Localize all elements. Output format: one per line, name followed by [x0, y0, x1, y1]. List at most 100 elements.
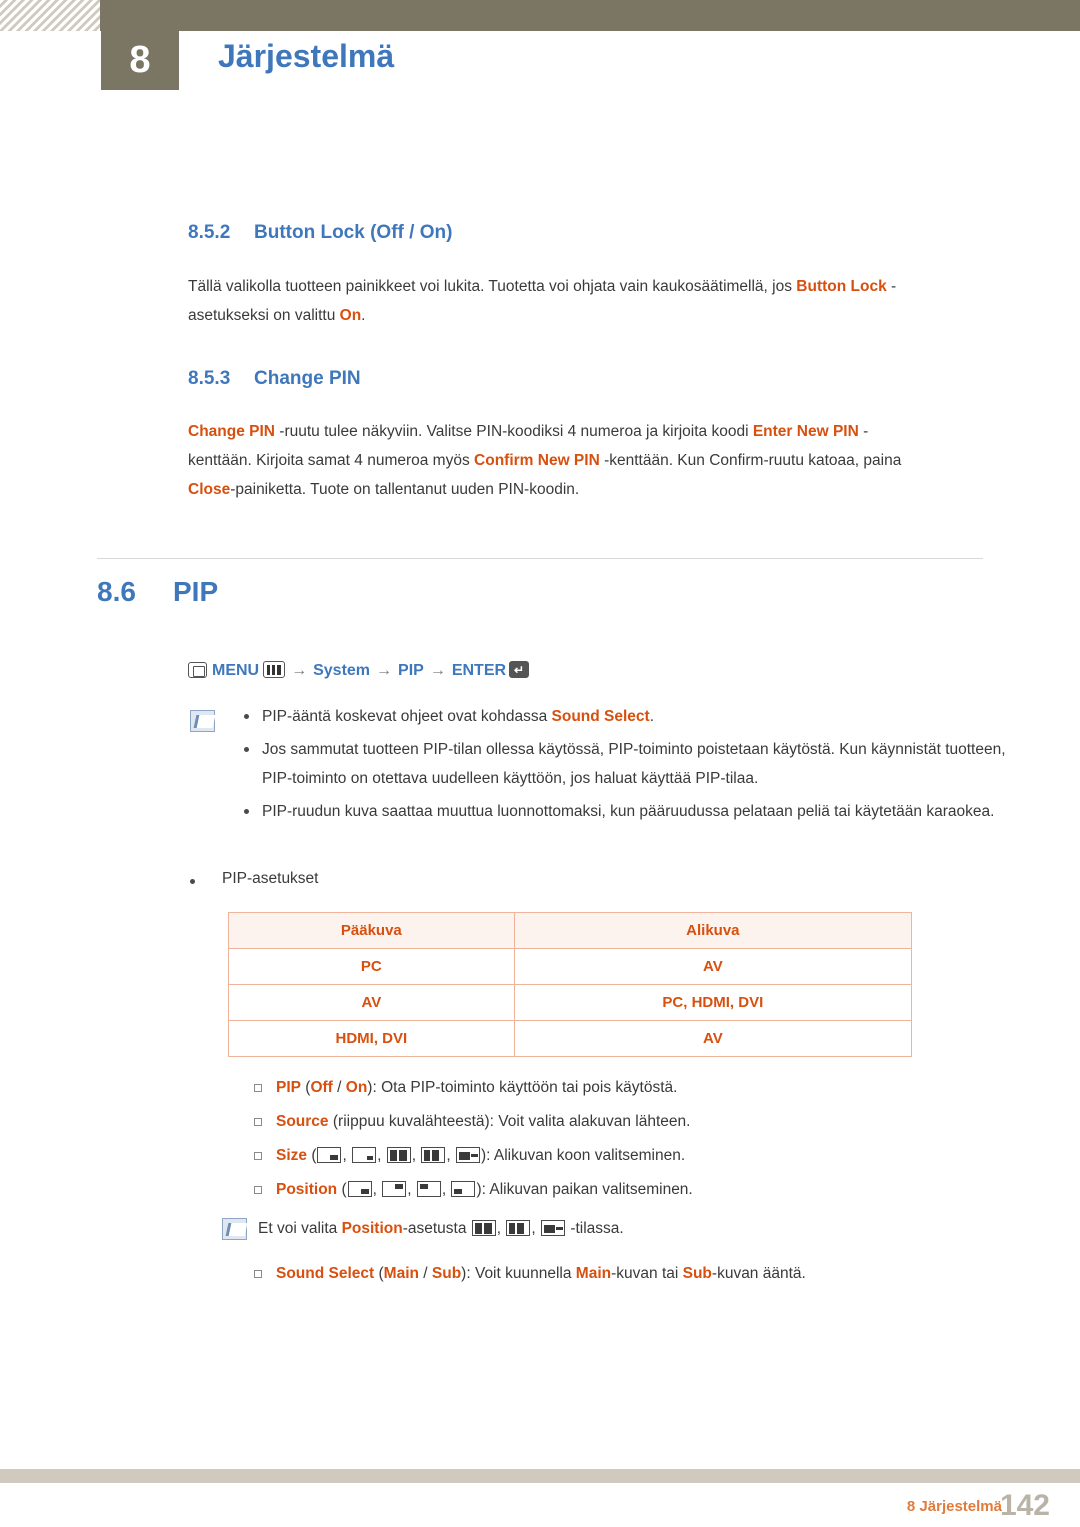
menu-path-arrow-1: →: [291, 662, 308, 679]
list-item-sound-select: Sound Select (Main / Sub): Voit kuunnell…: [248, 1258, 1048, 1290]
pip-sound-select-wrap: Sound Select (Main / Sub): Voit kuunnell…: [248, 1258, 1048, 1292]
pip-options-list: PIP (Off / On): Ota PIP-toiminto käyttöö…: [248, 1072, 1048, 1208]
section-rule: [97, 558, 983, 559]
pip-size-icon-5: [455, 1146, 480, 1163]
pip-size-icon-3: [386, 1146, 411, 1163]
menu-path-arrow-2: →: [376, 662, 393, 679]
def-pip-option-off: Off: [310, 1079, 333, 1096]
def-pip-option-on: On: [345, 1079, 368, 1096]
heading-8-5-3: 8.5.3 Change PIN: [188, 368, 361, 390]
def-position-keyword: Position: [276, 1181, 338, 1198]
pip-combination-table: Pääkuva Alikuva PC AV AV PC, HDMI, DVI H…: [228, 912, 913, 1057]
heading-8-5-3-number: 8.5.3: [188, 368, 231, 389]
menu-path-arrow-3: →: [429, 662, 446, 679]
table-cell: AV: [513, 948, 913, 985]
def-sound-option-main: Main: [383, 1265, 419, 1282]
def-sound-keyword-sub: Sub: [682, 1265, 712, 1282]
page-header: 8 Järjestelmä: [0, 0, 1080, 110]
def-size-keyword: Size: [276, 1147, 308, 1164]
list-item-position: Position (, , , ): Alikuvan paikan valit…: [248, 1174, 1048, 1206]
pip-bars-icon: [263, 661, 286, 679]
pip-position-icon-3: [416, 1180, 441, 1197]
pip-settings-bullet: PIP-asetukset: [190, 870, 319, 888]
heading-8-5-2-number: 8.5.2: [188, 222, 231, 243]
table-cell: AV: [513, 1020, 913, 1057]
footer-label: 8 Järjestelmä: [906, 1498, 1002, 1515]
inline-note-keyword-position: Position: [341, 1220, 403, 1237]
p853-text-5: -painiketta. Tuote on tallentanut uuden …: [230, 481, 580, 498]
p852-text-3: asetukseksi on valittu: [188, 307, 340, 324]
def-sound-rest-3: -kuvan ääntä.: [711, 1265, 806, 1282]
inline-note-text-1: Et voi valita: [258, 1220, 342, 1237]
p853-text-2: -: [858, 423, 869, 440]
def-sound-keyword-main: Main: [575, 1265, 612, 1282]
chapter-number: 8: [101, 31, 179, 90]
table-header-row: Pääkuva Alikuva: [228, 912, 913, 949]
chapter-title: Järjestelmä: [218, 38, 395, 74]
pip-size-icon-4: [506, 1219, 531, 1236]
table-header-cell: Pääkuva: [228, 912, 515, 949]
paragraph-8-5-3: Change PIN -ruutu tulee näkyviin. Valits…: [188, 417, 1018, 504]
inline-note-text-3: -tilassa.: [566, 1220, 624, 1237]
p853-keyword-close: Close: [188, 481, 231, 498]
note-0-text: PIP-ääntä koskevat ohjeet ovat kohdassa: [262, 708, 552, 725]
p853-keyword-enter-new-pin: Enter New PIN: [752, 423, 859, 440]
list-item-pip: PIP (Off / On): Ota PIP-toiminto käyttöö…: [248, 1072, 1048, 1104]
pip-size-icon-5: [541, 1219, 566, 1236]
menu-path-system: System: [313, 662, 371, 679]
p852-text-1: Tällä valikolla tuotteen painikkeet voi …: [188, 278, 797, 295]
list-item-source: Source (riippuu kuvalähteestä): Voit val…: [248, 1106, 1048, 1138]
list-item-size: Size (, , , , ): Alikuvan koon valitsemi…: [248, 1140, 1048, 1172]
note-0-text-end: .: [649, 708, 655, 725]
pip-position-icon-4: [451, 1180, 476, 1197]
menu-path-menu-label: MENU: [212, 662, 260, 679]
pip-position-icon-1: [347, 1180, 372, 1197]
p852-text-2: -: [886, 278, 897, 295]
p852-keyword-on: On: [339, 307, 362, 324]
heading-8-6-title: PIP: [173, 576, 219, 607]
p852-text-4: .: [361, 307, 366, 324]
heading-8-6-number: 8.6: [97, 576, 136, 607]
note-1-text: Jos sammutat tuotteen PIP-tilan ollessa …: [262, 741, 1006, 787]
pip-size-icon-4: [421, 1146, 446, 1163]
pip-position-icon-2: [382, 1180, 407, 1197]
def-source-keyword: Source: [276, 1113, 329, 1130]
table-row: PC AV: [228, 948, 913, 985]
heading-8-6: 8.6 PIP: [97, 576, 218, 608]
def-sound-rest-2: -kuvan tai: [611, 1265, 683, 1282]
def-position-paren-open: (: [337, 1181, 347, 1198]
def-source-rest: (riippuu kuvalähteestä): Voit valita ala…: [328, 1113, 691, 1130]
list-item: PIP-ruudun kuva saattaa muuttua luonnott…: [230, 797, 1020, 826]
pip-size-icon-1: [317, 1146, 342, 1163]
def-sound-rest-1: : Voit kuunnella: [466, 1265, 576, 1282]
p853-text-4: -kenttään. Kun Confirm-ruutu katoaa, pai…: [599, 452, 902, 469]
heading-8-5-3-title: Change PIN: [254, 368, 361, 389]
footer-page-number: 142: [999, 1489, 1050, 1522]
p853-text-3: kenttään. Kirjoita samat 4 numeroa myös: [188, 452, 475, 469]
paragraph-8-5-2: Tällä valikolla tuotteen painikkeet voi …: [188, 272, 1008, 330]
def-sound-paren-open: (: [374, 1265, 384, 1282]
def-pip-rest: : Ota PIP-toiminto käyttöön tai pois käy…: [372, 1079, 678, 1096]
note-2-text: PIP-ruudun kuva saattaa muuttua luonnott…: [262, 803, 995, 820]
table-row: HDMI, DVI AV: [228, 1020, 913, 1057]
menu-path-pip: PIP: [398, 662, 424, 679]
pip-size-icon-2: [352, 1146, 377, 1163]
pip-size-icon-3: [471, 1219, 496, 1236]
def-pip-slash: /: [332, 1079, 346, 1096]
table-cell: HDMI, DVI: [228, 1020, 515, 1057]
menu-path: MENU → System → PIP → ENTER ↵: [188, 661, 530, 680]
note-icon: [190, 710, 215, 732]
table-cell: PC: [228, 948, 515, 985]
def-position-rest: ): Alikuvan paikan valitseminen.: [476, 1181, 693, 1198]
table-cell: AV: [228, 984, 515, 1021]
menu-path-enter: ENTER: [451, 662, 507, 679]
inline-note-text: Et voi valita Position-asetusta , , -til…: [258, 1219, 624, 1237]
footer-band: [0, 1469, 1080, 1483]
list-item: PIP-ääntä koskevat ohjeet ovat kohdassa …: [230, 702, 1020, 731]
def-sound-keyword: Sound Select: [276, 1265, 375, 1282]
inline-note-text-2: -asetusta: [402, 1220, 471, 1237]
table-header-cell: Alikuva: [513, 912, 913, 949]
def-sound-slash: /: [418, 1265, 432, 1282]
def-size-rest: ): Alikuvan koon valitseminen.: [480, 1147, 686, 1164]
heading-8-5-2-title: Button Lock (Off / On): [254, 222, 453, 243]
